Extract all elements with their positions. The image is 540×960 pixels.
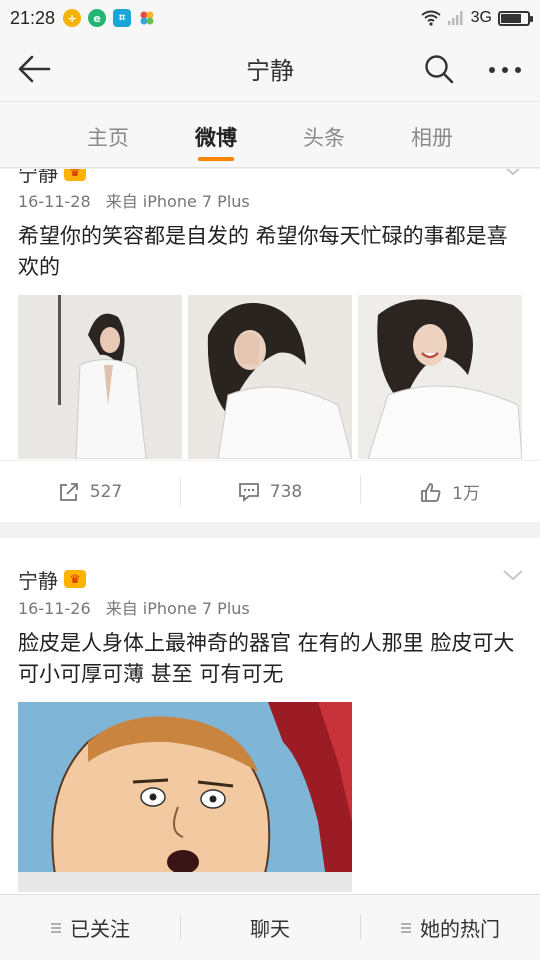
signal-icon: [447, 11, 463, 25]
post-image[interactable]: [18, 702, 352, 892]
browser-app-icon: e: [88, 9, 107, 27]
more-icon[interactable]: [488, 66, 522, 74]
repost-button[interactable]: 527: [0, 482, 180, 502]
tab-headlines[interactable]: 头条: [270, 102, 378, 167]
battery-icon: [498, 10, 533, 26]
like-count: 1万: [452, 484, 480, 504]
tab-weibo[interactable]: 微博: [162, 102, 270, 167]
post-date: 16-11-28: [18, 192, 91, 211]
followed-button[interactable]: 已关注: [0, 913, 180, 942]
thumbs-up-icon: [421, 482, 441, 502]
pinwheel-app-icon: [138, 9, 156, 27]
her-hot-label: 她的热门: [420, 917, 500, 941]
post-photo[interactable]: [358, 295, 522, 459]
post-date: 16-11-26: [18, 599, 91, 618]
page-title: 宁静: [246, 57, 294, 85]
post-card[interactable]: 宁静 ♛ 16-11-26 来自 iPhone 7 Plus 脸皮是人身体上最神…: [0, 538, 540, 894]
chevron-down-icon[interactable]: [502, 169, 524, 177]
photo-grid: [0, 283, 540, 459]
post-header: 宁静 ♛: [0, 538, 540, 596]
post-header: 宁静 ♛: [0, 169, 540, 189]
search-icon[interactable]: [424, 54, 454, 84]
author-name[interactable]: 宁静: [18, 565, 58, 594]
repost-count: 527: [89, 481, 123, 502]
card-divider: [0, 522, 540, 538]
vip-badge-icon: ♛: [64, 169, 86, 181]
comment-icon: [238, 482, 259, 502]
post-source: 来自 iPhone 7 Plus: [105, 599, 250, 618]
network-type: 3G: [470, 9, 492, 26]
status-bar: 21:28 + e ⌗ 3G: [0, 0, 540, 36]
profile-tabs: 主页 微博 头条 相册: [0, 102, 540, 168]
post-photo[interactable]: [188, 295, 352, 459]
vip-badge-icon: ♛: [64, 570, 86, 588]
plus-app-icon: +: [63, 9, 82, 27]
post-meta: 16-11-28 来自 iPhone 7 Plus: [0, 189, 540, 215]
author-name[interactable]: 宁静: [18, 169, 58, 187]
comment-button[interactable]: 738: [180, 477, 360, 506]
wifi-icon: [421, 10, 441, 26]
comment-count: 738: [269, 481, 303, 502]
scanner-app-icon: ⌗: [113, 9, 132, 27]
post-text: 希望你的笑容都是自发的 希望你每天忙碌的事都是喜欢的: [18, 224, 508, 279]
repost-icon: [59, 482, 78, 501]
chat-label: 聊天: [250, 917, 290, 941]
bottom-action-bar: 已关注 聊天 她的热门: [0, 894, 540, 960]
post-text: 脸皮是人身体上最神奇的器官 在有的人那里 脸皮可大可小可厚可薄 甚至 可有可无: [18, 631, 515, 686]
chat-button[interactable]: 聊天: [180, 913, 360, 942]
like-button[interactable]: 1万: [360, 475, 540, 504]
status-indicators: 3G: [421, 9, 533, 27]
tab-home[interactable]: 主页: [54, 102, 162, 167]
menu-lines-icon: [51, 922, 61, 933]
post-actions: 527 738 1万: [0, 460, 540, 522]
her-hot-button[interactable]: 她的热门: [360, 913, 540, 942]
chevron-down-icon[interactable]: [502, 568, 524, 582]
post-meta: 16-11-26 来自 iPhone 7 Plus: [0, 596, 540, 622]
followed-label: 已关注: [70, 917, 130, 941]
post-photo[interactable]: [18, 295, 182, 459]
menu-lines-icon: [401, 922, 411, 933]
status-time: 21:28: [10, 7, 56, 28]
post-card[interactable]: 宁静 ♛ 16-11-28 来自 iPhone 7 Plus 希望你的笑容都是自…: [0, 169, 540, 522]
back-arrow-icon[interactable]: [16, 54, 52, 84]
nav-bar: 宁静: [0, 36, 540, 102]
post-source: 来自 iPhone 7 Plus: [105, 192, 250, 211]
post-feed[interactable]: 宁静 ♛ 16-11-28 来自 iPhone 7 Plus 希望你的笑容都是自…: [0, 169, 540, 894]
tab-album[interactable]: 相册: [378, 102, 486, 167]
